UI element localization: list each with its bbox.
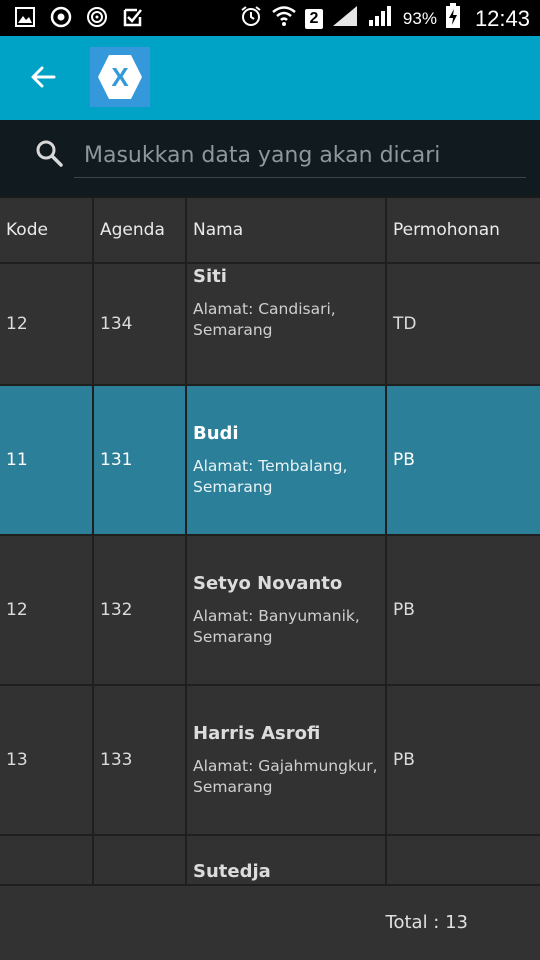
table-row[interactable]: 12 134 Siti Alamat: Candisari, Semarang … — [0, 264, 540, 386]
row-name: Harris Asrofi — [193, 722, 321, 744]
alarm-icon — [239, 4, 263, 33]
cell-permohonan — [387, 836, 540, 884]
gallery-icon — [14, 6, 36, 28]
row-address: Alamat: Banyumanik, Semarang — [193, 606, 360, 646]
chrome-icon — [50, 6, 72, 28]
cell-agenda: 134 — [94, 264, 187, 384]
cell-permohonan: TD — [393, 314, 417, 334]
battery-charging-icon — [445, 3, 461, 34]
table-row[interactable]: 12 132 Setyo Novanto Alamat: Banyumanik,… — [0, 536, 540, 686]
cell-agenda — [94, 836, 187, 884]
clock: 12:43 — [474, 5, 530, 31]
signal-icon — [331, 4, 359, 33]
row-name: Budi — [193, 422, 239, 444]
column-header-permohonan[interactable]: Permohonan — [387, 198, 540, 262]
cell-kode: 13 — [0, 686, 94, 834]
cell-permohonan: PB — [393, 750, 415, 770]
row-address: Alamat: Candisari, Semarang — [193, 300, 336, 339]
column-header-nama[interactable]: Nama — [187, 198, 387, 262]
table-row[interactable]: Sutedja — [0, 836, 540, 886]
cell-agenda: 133 — [94, 686, 187, 834]
app-logo: X — [90, 47, 150, 107]
cell-nama: Siti Alamat: Candisari, Semarang — [187, 264, 387, 384]
row-address: Alamat: Tembalang, Semarang — [193, 456, 348, 496]
table-footer: Total : 13 — [0, 884, 540, 960]
cell-nama: Setyo Novanto Alamat: Banyumanik, Semara… — [187, 536, 387, 684]
search-input[interactable] — [74, 134, 526, 178]
row-name: Setyo Novanto — [193, 572, 343, 594]
sim-badge: 2 — [304, 8, 323, 29]
cell-kode — [0, 836, 94, 884]
data-table: Kode Agenda Nama Permohonan 12 134 Siti … — [0, 196, 540, 886]
battery-percent: 93% — [402, 8, 437, 28]
total-count: Total : 13 — [385, 912, 468, 933]
status-bar: 2 93% 12:43 — [0, 0, 540, 36]
column-header-agenda[interactable]: Agenda — [94, 198, 187, 262]
table-header: Kode Agenda Nama Permohonan — [0, 198, 540, 264]
back-button[interactable] — [26, 60, 60, 94]
cell-nama: Budi Alamat: Tembalang, Semarang — [187, 386, 387, 534]
app-bar: X — [0, 36, 540, 120]
svg-text:X: X — [111, 62, 129, 92]
task-check-icon — [122, 6, 144, 28]
search-icon — [36, 140, 63, 167]
cell-nama: Sutedja — [187, 836, 387, 884]
cell-kode: 12 — [0, 264, 94, 384]
cell-nama: Harris Asrofi Alamat: Gajahmungkur, Sema… — [187, 686, 387, 834]
row-name: Sutedja — [193, 861, 271, 882]
signal-2-icon — [367, 4, 395, 33]
cell-permohonan: PB — [393, 600, 415, 620]
search-bar — [0, 120, 540, 196]
xamarin-logo-icon: X — [98, 55, 142, 99]
cell-kode: 11 — [0, 386, 94, 534]
cell-permohonan: PB — [393, 450, 415, 470]
cell-agenda: 131 — [94, 386, 187, 534]
sync-icon — [86, 6, 108, 28]
cell-agenda: 132 — [94, 536, 187, 684]
table-row-selected[interactable]: 11 131 Budi Alamat: Tembalang, Semarang … — [0, 386, 540, 536]
column-header-kode[interactable]: Kode — [0, 198, 94, 262]
arrow-left-icon — [31, 66, 56, 88]
row-name: Siti — [193, 266, 227, 287]
wifi-icon — [271, 3, 297, 34]
cell-kode: 12 — [0, 536, 94, 684]
table-row[interactable]: 13 133 Harris Asrofi Alamat: Gajahmungku… — [0, 686, 540, 836]
row-address: Alamat: Gajahmungkur, Semarang — [193, 756, 378, 796]
